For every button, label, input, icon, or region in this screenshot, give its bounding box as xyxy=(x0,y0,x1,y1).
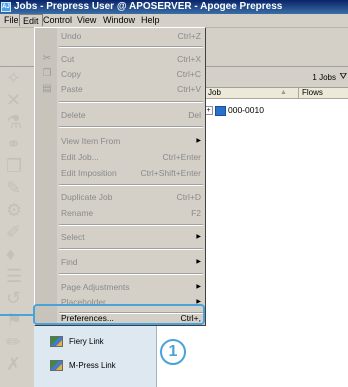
copy-icon: ❐ xyxy=(42,68,52,79)
sort-arrow-icon: ▲ xyxy=(280,89,287,96)
menu-item-shortcut: Ctrl+D xyxy=(176,192,201,202)
stack-icon[interactable]: ☰ xyxy=(6,267,22,285)
menu-item-page-adjustments[interactable]: Page Adjustments ▶ xyxy=(61,281,201,294)
column-job[interactable]: Job xyxy=(208,88,221,98)
menu-item-shortcut: Ctrl+Enter xyxy=(162,152,202,162)
menu-item-shortcut: Ctrl+C xyxy=(176,69,201,79)
plugin-panel: Fiery Link M-Press Link xyxy=(34,326,157,387)
submenu-arrow-icon: ▶ xyxy=(196,234,201,240)
pencil-icon[interactable]: ✏ xyxy=(6,333,21,351)
menu-separator xyxy=(59,126,203,128)
menu-item-shortcut: Ctrl+Z xyxy=(177,31,201,41)
menu-item-rename[interactable]: Rename F2 xyxy=(61,207,201,220)
menu-separator xyxy=(59,248,203,250)
gear-icon[interactable]: ⚙ xyxy=(6,201,22,219)
menu-item-label: Edit Job... xyxy=(61,152,99,162)
menu-bar: File Edit Control View Window Help xyxy=(0,14,348,28)
menu-item-edit-job[interactable]: Edit Job... Ctrl+Enter xyxy=(61,151,201,164)
brush-icon[interactable]: ✐ xyxy=(6,223,21,241)
drop-icon[interactable]: ♦ xyxy=(6,245,15,263)
menu-item-shortcut: Ctrl+V xyxy=(177,84,201,94)
menu-item-label: View Item From xyxy=(61,136,121,146)
job-row[interactable]: +000-0010 xyxy=(204,104,264,116)
menu-item-label: Page Adjustments xyxy=(61,282,130,292)
jobs-column-header: Job ▲ Flows xyxy=(204,88,348,100)
plugin-m-press-link[interactable]: M-Press Link xyxy=(50,358,116,374)
menu-item-select[interactable]: Select ▶ xyxy=(61,231,201,244)
job-icon xyxy=(215,105,226,116)
menu-item-label: Undo xyxy=(61,31,82,41)
menu-window[interactable]: Window xyxy=(100,14,138,27)
menu-item-shortcut: Ctrl+Shift+Enter xyxy=(140,168,201,178)
pointer-icon[interactable]: ✧ xyxy=(6,69,21,87)
apogee-app-icon[interactable]: AJ xyxy=(1,2,11,12)
menu-item-shortcut: F2 xyxy=(191,208,201,218)
submenu-arrow-icon: ▶ xyxy=(196,259,201,265)
jobs-panel-header: 1 Jobs ⛛ xyxy=(204,67,348,88)
submenu-arrow-icon: ▶ xyxy=(196,284,201,290)
menu-item-cut[interactable]: ✂ Cut Ctrl+X xyxy=(43,53,201,66)
column-divider[interactable] xyxy=(298,88,299,100)
submenu-arrow-icon: ▶ xyxy=(196,138,201,144)
edit-menu-dropdown: Undo Ctrl+Z ✂ Cut Ctrl+X ❐ Copy Ctrl+C ▤… xyxy=(34,27,206,326)
menu-separator xyxy=(59,101,203,103)
menu-item-label: Cut xyxy=(61,54,75,64)
menu-item-find[interactable]: Find ▶ xyxy=(61,256,201,269)
left-tool-bar: ✧ ✕ ⚗ ⚭ ❐ ✎ ⚙ ✐ ♦ ☰ ↺ ⚑ ✏ ✗ xyxy=(0,67,35,387)
scissors-icon: ✂ xyxy=(42,53,52,64)
menu-item-paste[interactable]: ▤ Paste Ctrl+V xyxy=(42,83,201,96)
menu-item-edit-imposition[interactable]: Edit Imposition Ctrl+Shift+Enter xyxy=(61,167,201,180)
callout-leader-line xyxy=(0,314,35,316)
window-title: Jobs - Prepress User @ APOSERVER - Apoge… xyxy=(14,1,283,12)
menu-separator xyxy=(59,273,203,275)
tool-icon[interactable]: ⚗ xyxy=(6,113,22,131)
preferences-highlight-box xyxy=(33,304,205,325)
close-x-icon[interactable]: ✕ xyxy=(6,91,21,109)
menu-item-label: Duplicate Job xyxy=(61,192,113,202)
jobs-count: 1 Jobs xyxy=(312,73,336,82)
pen-icon[interactable]: ✎ xyxy=(6,179,21,197)
paste-icon: ▤ xyxy=(42,83,52,94)
menu-item-label: Find xyxy=(61,257,78,267)
menu-item-duplicate-job[interactable]: Duplicate Job Ctrl+D xyxy=(61,191,201,204)
fiery-link-icon xyxy=(50,336,63,348)
menu-item-label: Copy xyxy=(61,69,81,79)
column-flows[interactable]: Flows xyxy=(302,88,323,98)
menu-edit[interactable]: Edit xyxy=(19,14,43,26)
menu-separator xyxy=(59,224,203,226)
curve-icon[interactable]: ↺ xyxy=(6,289,21,307)
menu-item-copy[interactable]: ❐ Copy Ctrl+C xyxy=(43,68,201,81)
menu-separator xyxy=(59,46,203,48)
menu-item-label: Paste xyxy=(61,84,83,94)
plugin-fiery-link[interactable]: Fiery Link xyxy=(50,334,104,350)
menu-item-label: Select xyxy=(61,232,85,242)
menu-item-delete[interactable]: Delete Del xyxy=(61,109,201,122)
link-icon[interactable]: ⚭ xyxy=(6,135,21,153)
cross-tool-icon[interactable]: ✗ xyxy=(6,355,21,373)
m-press-link-icon xyxy=(50,360,63,372)
plugin-label: M-Press Link xyxy=(69,361,116,370)
title-bar: AJ Jobs - Prepress User @ APOSERVER - Ap… xyxy=(0,0,348,14)
menu-separator xyxy=(59,184,203,186)
menu-item-view-item-from[interactable]: View Item From ▶ xyxy=(61,135,201,148)
menu-help[interactable]: Help xyxy=(138,14,163,27)
menu-item-undo[interactable]: Undo Ctrl+Z xyxy=(61,30,201,43)
menu-item-label: Rename xyxy=(61,208,94,218)
menu-item-shortcut: Del xyxy=(188,110,201,120)
callout-number-badge: 1 xyxy=(160,339,186,365)
document-icon[interactable]: ❐ xyxy=(6,157,22,175)
menu-item-shortcut: Ctrl+X xyxy=(177,54,201,64)
job-name: 000-0010 xyxy=(228,105,264,115)
menu-control[interactable]: Control xyxy=(40,14,75,27)
menu-item-label: Edit Imposition xyxy=(61,168,117,178)
filter-icon[interactable]: ⛛ xyxy=(339,71,347,82)
plugin-label: Fiery Link xyxy=(69,337,104,346)
menu-item-label: Delete xyxy=(61,110,86,120)
menu-view[interactable]: View xyxy=(74,14,99,27)
